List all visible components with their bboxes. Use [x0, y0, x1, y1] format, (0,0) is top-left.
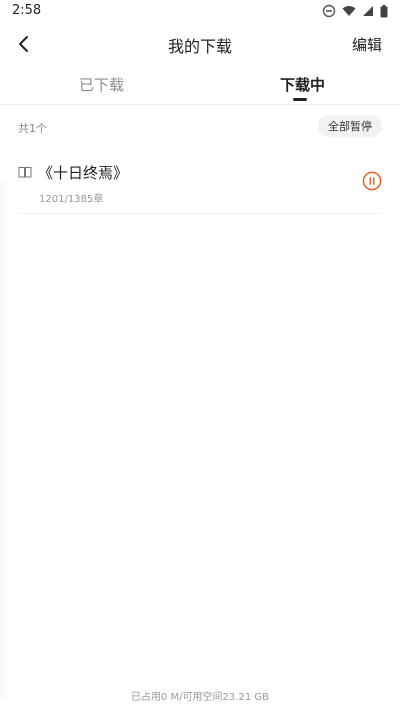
- tab-downloading[interactable]: 下载中: [280, 74, 325, 95]
- do-not-disturb-icon: [322, 4, 336, 18]
- edit-button[interactable]: 编辑: [352, 34, 382, 55]
- item-divider: [18, 213, 382, 214]
- storage-info: 已占用0 M/可用空间23.21 GB: [131, 692, 269, 703]
- book-open-icon: [18, 167, 32, 178]
- page-title: 我的下载: [167, 37, 232, 56]
- status-icons: [322, 4, 388, 18]
- download-count: 共1个: [18, 122, 47, 135]
- edge-shadow: [0, 180, 10, 700]
- active-tab-indicator: [293, 98, 307, 101]
- tab-downloaded[interactable]: 已下载: [79, 74, 124, 95]
- status-time: 2:58: [12, 3, 42, 18]
- pause-icon: [362, 171, 382, 191]
- tab-bar: [0, 64, 400, 105]
- book-title: 《十日终焉》: [38, 164, 129, 182]
- pause-all-button[interactable]: 全部暂停: [318, 115, 382, 137]
- battery-icon: [380, 4, 388, 17]
- chapter-progress: 1201/1385章: [39, 194, 104, 205]
- signal-icon: [363, 6, 373, 16]
- pause-download-button[interactable]: [362, 171, 382, 191]
- wifi-icon: [342, 6, 356, 16]
